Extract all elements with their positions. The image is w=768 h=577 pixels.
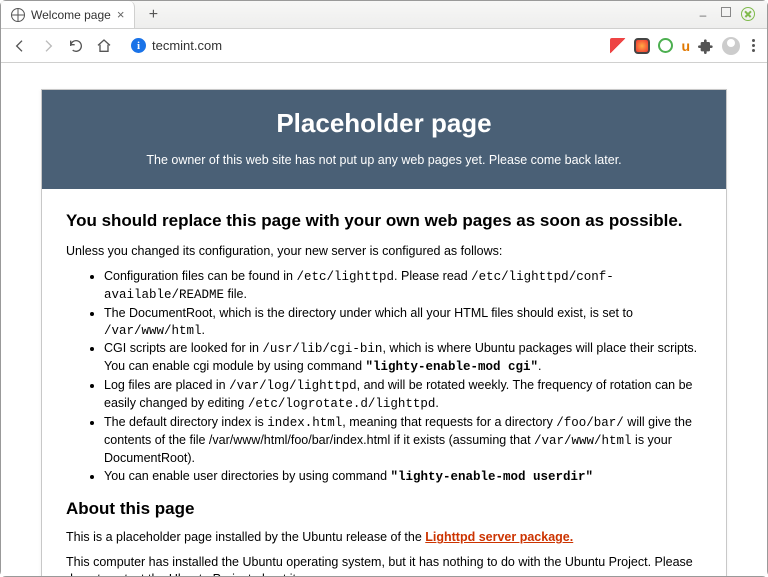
page-body: You should replace this page with your o… bbox=[42, 189, 726, 576]
window-maximize-button[interactable] bbox=[721, 7, 731, 17]
tab-title: Welcome page bbox=[31, 8, 111, 22]
grammarly-icon[interactable] bbox=[658, 38, 673, 53]
heading-about: About this page bbox=[66, 499, 702, 519]
flipboard-icon[interactable] bbox=[610, 38, 626, 54]
url-text: tecmint.com bbox=[152, 38, 222, 53]
globe-icon bbox=[11, 8, 25, 22]
list-item: The default directory index is index.htm… bbox=[104, 414, 702, 467]
window-close-button[interactable] bbox=[741, 7, 755, 21]
lighttpd-package-link[interactable]: Lighttpd server package. bbox=[425, 530, 573, 544]
profile-avatar-icon[interactable] bbox=[722, 37, 740, 55]
titlebar: Welcome page × + bbox=[1, 1, 767, 29]
list-item: Configuration files can be found in /etc… bbox=[104, 268, 702, 304]
list-item: CGI scripts are looked for in /usr/lib/c… bbox=[104, 340, 702, 376]
close-tab-icon[interactable]: × bbox=[117, 7, 125, 22]
browser-tab[interactable]: Welcome page × bbox=[1, 1, 135, 28]
window-minimize-button[interactable] bbox=[695, 7, 711, 23]
new-tab-button[interactable]: + bbox=[141, 3, 165, 27]
about-paragraph: This is a placeholder page installed by … bbox=[66, 529, 702, 546]
extension-icons: u bbox=[610, 37, 759, 55]
page-banner: Placeholder page The owner of this web s… bbox=[42, 90, 726, 189]
list-item: You can enable user directories by using… bbox=[104, 468, 702, 486]
heading-replace: You should replace this page with your o… bbox=[66, 211, 702, 231]
about-paragraph: This computer has installed the Ubuntu o… bbox=[66, 554, 702, 576]
reload-button[interactable] bbox=[65, 35, 87, 57]
list-item: Log files are placed in /var/log/lighttp… bbox=[104, 377, 702, 413]
intro-text: Unless you changed its configuration, yo… bbox=[66, 243, 702, 260]
home-button[interactable] bbox=[93, 35, 115, 57]
config-list: Configuration files can be found in /etc… bbox=[104, 268, 702, 486]
back-button[interactable] bbox=[9, 35, 31, 57]
forward-button[interactable] bbox=[37, 35, 59, 57]
browser-menu-button[interactable] bbox=[748, 39, 759, 52]
page-viewport[interactable]: Placeholder page The owner of this web s… bbox=[1, 63, 767, 576]
address-bar[interactable]: i tecmint.com bbox=[121, 34, 604, 58]
page-card: Placeholder page The owner of this web s… bbox=[41, 89, 727, 576]
toolbar: i tecmint.com u bbox=[1, 29, 767, 63]
extensions-menu-icon[interactable] bbox=[698, 38, 714, 54]
banner-subtitle: The owner of this web site has not put u… bbox=[62, 153, 706, 167]
ubuntu-icon[interactable]: u bbox=[681, 38, 690, 54]
window-controls bbox=[695, 7, 767, 23]
extension-icon[interactable] bbox=[634, 38, 650, 54]
list-item: The DocumentRoot, which is the directory… bbox=[104, 305, 702, 340]
site-info-icon[interactable]: i bbox=[131, 38, 146, 53]
banner-title: Placeholder page bbox=[62, 108, 706, 139]
